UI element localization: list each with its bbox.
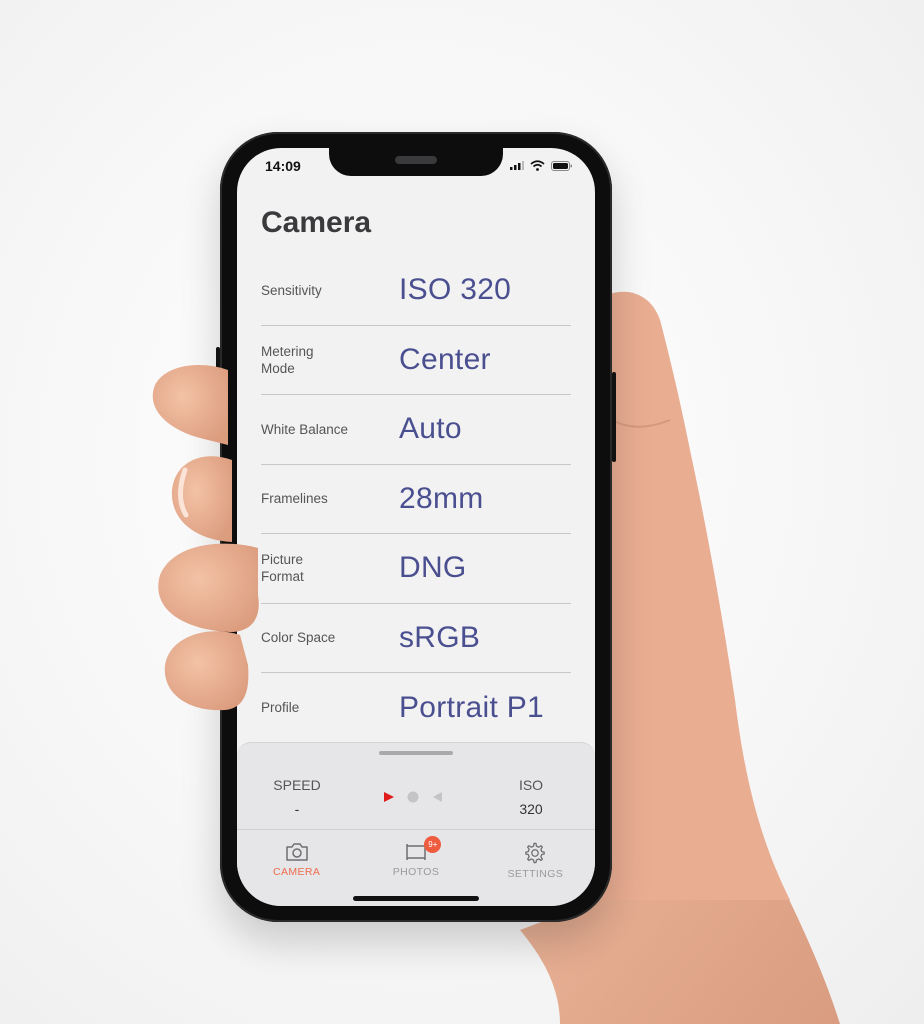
speed-value: - [294, 801, 300, 817]
speaker [395, 156, 437, 164]
setting-value[interactable]: ISO 320 [399, 273, 511, 307]
tab-camera[interactable]: CAMERA [237, 830, 356, 906]
iso-value: 320 [519, 801, 543, 817]
speed-readout: SPEED - [257, 777, 337, 817]
setting-label: Metering Mode [261, 343, 314, 376]
page-title: Camera [261, 206, 372, 239]
drag-handle[interactable] [379, 751, 453, 755]
notch [329, 148, 503, 176]
thumb [598, 291, 790, 900]
setting-value[interactable]: DNG [399, 551, 467, 585]
tab-bar: CAMERA 9+ PHOTOS SETTINGS [237, 829, 595, 906]
setting-value[interactable]: Portrait P1 [399, 691, 544, 725]
setting-row-sensitivity[interactable]: Sensitivity ISO 320 [261, 256, 571, 326]
status-icons [510, 160, 573, 171]
setting-row-picture-format[interactable]: Picture Format DNG [261, 534, 571, 604]
setting-row-framelines[interactable]: Framelines 28mm [261, 465, 571, 534]
phone: 14:09 Camera Sensitivity ISO 320 Meterin… [216, 132, 616, 922]
bottom-panel: SPEED - ISO 320 CAMERA 9+ PHOTOS SETTING… [237, 742, 595, 906]
iso-readout: ISO 320 [491, 777, 571, 817]
setting-row-metering-mode[interactable]: Metering Mode Center [261, 326, 571, 395]
camera-icon [285, 843, 308, 861]
product-photo: 14:09 Camera Sensitivity ISO 320 Meterin… [0, 0, 924, 1024]
setting-label: Picture Format [261, 552, 304, 585]
settings-list: Sensitivity ISO 320 Metering Mode Center… [261, 256, 571, 743]
setting-label: Framelines [261, 491, 328, 507]
play-right-icon [384, 792, 394, 802]
setting-value[interactable]: Center [399, 343, 491, 377]
status-time: 14:09 [265, 158, 301, 174]
volume-button [216, 347, 220, 407]
wifi-icon [530, 160, 545, 171]
exposure-indicators [383, 791, 443, 803]
dot-icon [407, 791, 419, 803]
setting-row-color-space[interactable]: Color Space sRGB [261, 604, 571, 673]
speed-label: SPEED [273, 777, 321, 793]
setting-value[interactable]: Auto [399, 412, 462, 446]
tab-photos[interactable]: 9+ PHOTOS [356, 830, 475, 906]
cellular-signal-icon [510, 161, 524, 170]
photos-badge: 9+ [424, 836, 442, 853]
setting-label: Profile [261, 700, 300, 716]
home-indicator[interactable] [353, 896, 479, 901]
tab-label: CAMERA [273, 866, 321, 878]
power-button [612, 372, 616, 462]
gear-icon [525, 842, 546, 864]
setting-label: Sensitivity [261, 282, 322, 298]
play-left-icon [433, 792, 442, 802]
setting-label: White Balance [261, 421, 349, 437]
setting-value[interactable]: sRGB [399, 621, 480, 655]
setting-value[interactable]: 28mm [399, 482, 484, 516]
tab-label: PHOTOS [392, 866, 440, 878]
setting-row-white-balance[interactable]: White Balance Auto [261, 395, 571, 465]
screen: 14:09 Camera Sensitivity ISO 320 Meterin… [237, 148, 595, 906]
tab-label: SETTINGS [507, 868, 564, 880]
tab-settings[interactable]: SETTINGS [476, 830, 595, 906]
setting-label: Color Space [261, 630, 336, 646]
setting-row-profile[interactable]: Profile Portrait P1 [261, 673, 571, 743]
battery-icon [551, 160, 572, 171]
iso-label: ISO [518, 777, 544, 793]
